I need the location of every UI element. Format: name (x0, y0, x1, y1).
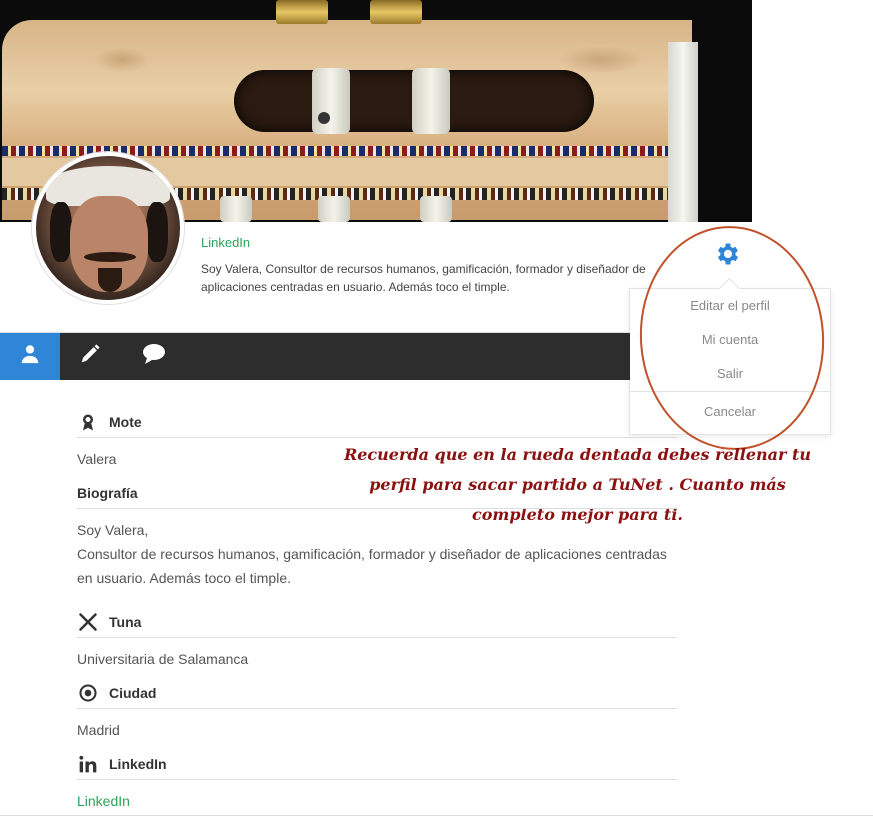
section-ciudad: Ciudad Madrid (77, 681, 677, 742)
section-linkedin: LinkedIn LinkedIn (77, 752, 677, 813)
tuna-value: Universitaria de Salamanca (77, 651, 249, 667)
pencil-icon (79, 343, 101, 370)
chat-icon (141, 342, 167, 371)
user-icon (19, 343, 41, 370)
section-mote: Mote Valera (77, 410, 677, 471)
biografia-label: Biografía (77, 485, 138, 501)
section-tuna: Tuna Universitaria de Salamanca (77, 610, 677, 671)
ciudad-value: Madrid (77, 722, 120, 738)
tab-messages[interactable] (124, 333, 184, 380)
location-target-icon (77, 682, 99, 704)
award-icon (77, 411, 99, 433)
linkedin-label: LinkedIn (109, 756, 167, 772)
profile-linkedin-link[interactable]: LinkedIn (201, 235, 250, 250)
tab-profile[interactable] (0, 333, 60, 380)
avatar[interactable] (32, 152, 184, 304)
tab-edit[interactable] (60, 333, 120, 380)
tuna-label: Tuna (109, 614, 142, 630)
utensils-icon (77, 611, 99, 633)
profile-bio: Soy Valera, Consultor de recursos humano… (201, 262, 646, 294)
biografia-value: Soy Valera, Consultor de recursos humano… (77, 522, 667, 586)
ciudad-label: Ciudad (109, 685, 157, 701)
linkedin-link[interactable]: LinkedIn (77, 789, 677, 813)
linkedin-icon (77, 753, 99, 775)
profile-tabbar (0, 333, 630, 380)
mote-label: Mote (109, 414, 142, 430)
mote-value: Valera (77, 451, 117, 467)
section-biografia: Biografía Soy Valera, Consultor de recur… (77, 481, 677, 590)
